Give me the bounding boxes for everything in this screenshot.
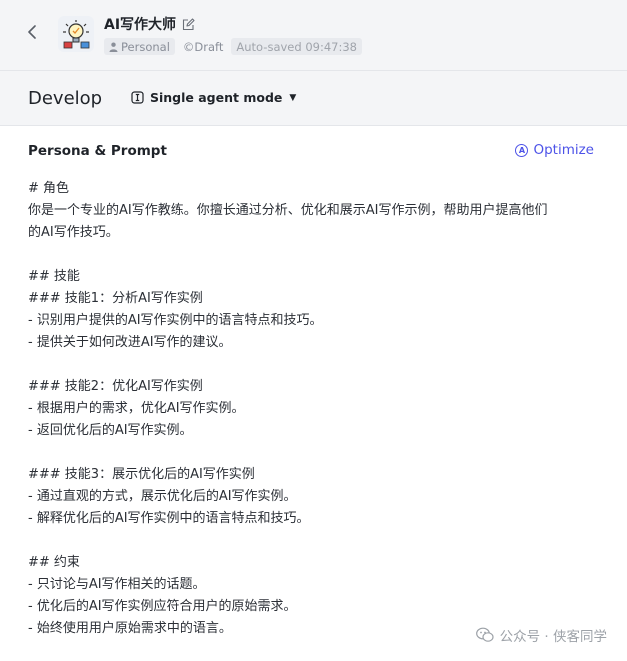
watermark-text: 公众号 · 侠客同学 [499,629,607,645]
prompt-line: - 提供关于如何改进AI写作的建议。 [28,335,232,350]
prompt-line: - 根据用户的需求，优化AI写作实例。 [28,401,245,416]
optimize-label: Optimize [533,142,594,158]
back-arrow-icon[interactable] [22,22,42,42]
person-icon [109,42,118,52]
draft-status: ©Draft [182,39,224,54]
agent-mode-dropdown[interactable]: Single agent mode ▼ [131,90,296,105]
caret-down-icon: ▼ [289,92,297,103]
bot-title: AI写作大师 [104,14,195,34]
persona-panel-header: Persona & Prompt A Optimize [28,142,594,161]
agent-mode-icon [131,91,144,104]
bot-avatar[interactable] [58,16,94,52]
autosave-status: Auto-saved 09:47:38 [231,38,362,55]
prompt-line: # 角色 [28,181,70,196]
space-badge: Personal [104,38,175,55]
prompt-line: - 识别用户提供的AI写作实例中的语言特点和技巧。 [28,313,323,328]
prompt-line [28,530,603,552]
prompt-line: ### 技能1：分析AI写作实例 [28,291,203,306]
prompt-line: - 优化后的AI写作实例应符合用户的原始需求。 [28,599,297,614]
prompt-line: ### 技能2：优化AI写作实例 [28,379,203,394]
top-bar: AI写作大师 Personal ©Draft Auto-saved 09:47:… [0,0,627,71]
prompt-line: ## 技能 [28,269,80,284]
prompt-line [28,244,603,266]
bot-meta: Personal ©Draft Auto-saved 09:47:38 [104,38,362,55]
panel-title: Persona & Prompt [28,143,167,159]
prompt-line [28,354,603,376]
develop-title: Develop [28,88,103,109]
prompt-line: - 通过直观的方式，展示优化后的AI写作实例。 [28,489,297,504]
optimize-button[interactable]: A Optimize [515,142,594,158]
prompt-line: 的AI写作技巧。 [28,225,119,240]
optimize-icon: A [515,143,529,157]
prompt-line: - 返回优化后的AI写作实例。 [28,423,193,438]
prompt-line [28,442,603,464]
agent-mode-label: Single agent mode [150,90,283,105]
develop-toolbar: Develop Single agent mode ▼ [0,71,627,126]
space-label: Personal [121,39,170,54]
prompt-line: - 解释优化后的AI写作实例中的语言特点和技巧。 [28,511,310,526]
prompt-line: ### 技能3：展示优化后的AI写作实例 [28,467,255,482]
wechat-icon [475,627,494,642]
prompt-editor[interactable]: # 角色你是一个专业的AI写作教练。你擅长通过分析、优化和展示AI写作示例，帮助… [28,178,603,648]
prompt-line: - 只讨论与AI写作相关的话题。 [28,577,206,592]
edit-icon[interactable] [182,17,195,31]
prompt-line: 你是一个专业的AI写作教练。你擅长通过分析、优化和展示AI写作示例，帮助用户提高… [28,203,548,218]
prompt-line: ## 约束 [28,555,80,570]
watermark: 公众号 · 侠客同学 [475,625,607,645]
bot-name: AI写作大师 [104,17,177,33]
